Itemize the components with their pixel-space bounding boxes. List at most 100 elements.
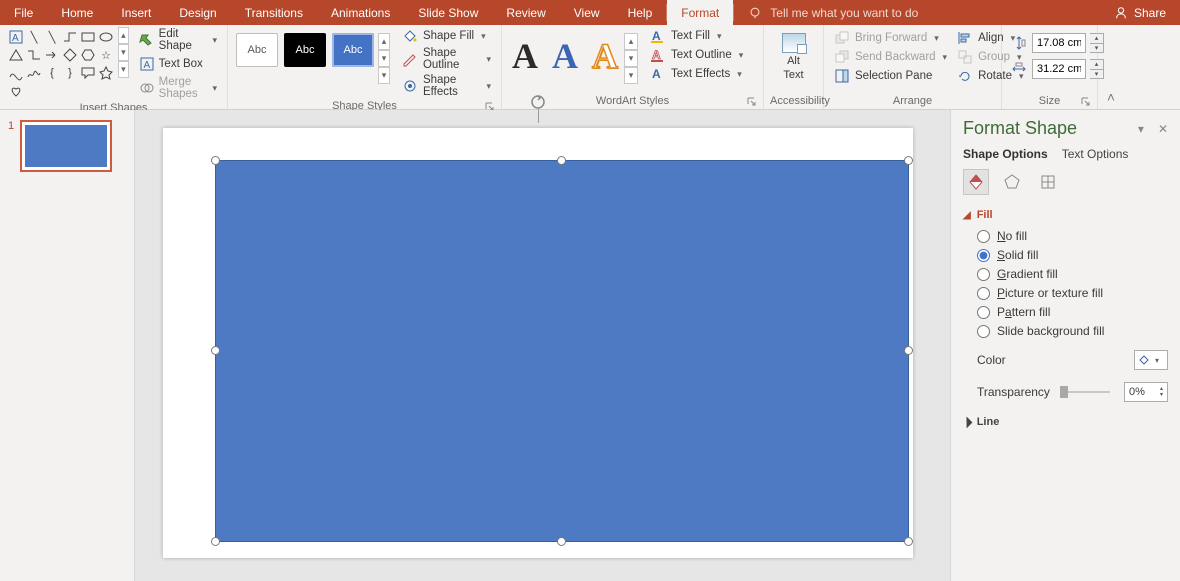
wordart-preset-2[interactable]: A bbox=[552, 35, 578, 77]
selected-rectangle-shape[interactable] bbox=[215, 160, 909, 542]
dialog-launcher-icon[interactable] bbox=[747, 97, 757, 107]
text-outline-button[interactable]: A Text Outline bbox=[646, 46, 747, 64]
shape-line-icon[interactable]: ╲ bbox=[26, 29, 42, 45]
rotate-handle[interactable] bbox=[530, 94, 546, 110]
tab-home[interactable]: Home bbox=[47, 0, 107, 25]
gallery-down-icon[interactable]: ▾ bbox=[624, 50, 638, 67]
wordart-preset-1[interactable]: A bbox=[512, 35, 538, 77]
shape-gallery[interactable]: A ╲ ╲ ☆ { } bbox=[6, 27, 116, 101]
shape-freeform-icon[interactable] bbox=[26, 65, 42, 81]
tab-insert[interactable]: Insert bbox=[107, 0, 165, 25]
share-button[interactable]: Share bbox=[1100, 0, 1180, 25]
wordart-gallery-scroll[interactable]: ▴ ▾ ▾ bbox=[624, 33, 638, 84]
tab-design[interactable]: Design bbox=[165, 0, 230, 25]
style-preset-2[interactable]: Abc bbox=[284, 33, 326, 67]
size-props-category[interactable] bbox=[1035, 169, 1061, 195]
gallery-down-icon[interactable]: ▾ bbox=[118, 44, 129, 61]
gallery-up-icon[interactable]: ▴ bbox=[378, 33, 390, 50]
style-gallery-scroll[interactable]: ▴ ▾ ▾ bbox=[378, 33, 390, 84]
style-preset-3[interactable]: Abc bbox=[332, 33, 374, 67]
shape-outline-button[interactable]: Shape Outline bbox=[398, 46, 495, 72]
shape-connector-icon[interactable] bbox=[26, 47, 42, 63]
edit-shape-button[interactable]: Edit Shape bbox=[135, 27, 221, 53]
tab-review[interactable]: Review bbox=[492, 0, 559, 25]
shape-textbox-icon[interactable]: A bbox=[8, 29, 24, 45]
slide-thumbnail[interactable]: 1 bbox=[8, 120, 126, 172]
alt-text-button[interactable]: Alt Text bbox=[773, 27, 815, 81]
no-fill-radio[interactable]: No fill bbox=[977, 229, 1168, 243]
dialog-launcher-icon[interactable] bbox=[1081, 97, 1091, 107]
tab-animations[interactable]: Animations bbox=[317, 0, 404, 25]
gallery-scroll[interactable]: ▴ ▾ ▾ bbox=[118, 27, 129, 78]
shape-options-tab[interactable]: Shape Options bbox=[963, 147, 1048, 161]
line-section-header[interactable]: ◢ Line bbox=[963, 416, 1168, 428]
width-input[interactable] bbox=[1032, 59, 1086, 79]
shape-rbrace-icon[interactable]: } bbox=[62, 65, 78, 81]
pattern-fill-radio[interactable]: Pattern fill bbox=[977, 305, 1168, 319]
resize-handle-tc[interactable] bbox=[557, 156, 566, 165]
collapse-ribbon-button[interactable]: ˄ bbox=[1098, 25, 1124, 109]
text-options-tab[interactable]: Text Options bbox=[1062, 147, 1129, 161]
resize-handle-bc[interactable] bbox=[557, 537, 566, 546]
resize-handle-mr[interactable] bbox=[904, 346, 913, 355]
shape-arrow-icon[interactable] bbox=[44, 47, 60, 63]
transparency-slider[interactable] bbox=[1060, 385, 1114, 399]
resize-handle-bl[interactable] bbox=[211, 537, 220, 546]
solid-fill-radio[interactable]: Solid fill bbox=[977, 248, 1168, 262]
text-effects-button[interactable]: A Text Effects bbox=[646, 65, 747, 83]
gallery-up-icon[interactable]: ▴ bbox=[624, 33, 638, 50]
shape-line-icon[interactable]: ╲ bbox=[44, 29, 60, 45]
picture-fill-radio[interactable]: Picture or texture fill bbox=[977, 286, 1168, 300]
shape-oval-icon[interactable] bbox=[98, 29, 114, 45]
selection-pane-button[interactable]: Selection Pane bbox=[830, 67, 951, 85]
tab-format[interactable]: Format bbox=[667, 0, 733, 25]
gallery-more-icon[interactable]: ▾ bbox=[378, 67, 390, 84]
thumbnail-preview[interactable] bbox=[20, 120, 112, 172]
shape-heart-icon[interactable] bbox=[8, 83, 24, 99]
tell-me-search[interactable]: Tell me what you want to do bbox=[734, 0, 932, 25]
shape-star-icon[interactable]: ☆ bbox=[98, 47, 114, 63]
gallery-down-icon[interactable]: ▾ bbox=[378, 50, 390, 67]
shape-hexagon-icon[interactable] bbox=[80, 47, 96, 63]
resize-handle-br[interactable] bbox=[904, 537, 913, 546]
tab-file[interactable]: File bbox=[0, 0, 47, 25]
slider-thumb[interactable] bbox=[1060, 386, 1068, 398]
tab-help[interactable]: Help bbox=[614, 0, 667, 25]
resize-handle-tr[interactable] bbox=[904, 156, 913, 165]
pane-options-button[interactable]: ▾ bbox=[1138, 122, 1144, 136]
fill-line-category[interactable] bbox=[963, 169, 989, 195]
height-input[interactable] bbox=[1032, 33, 1086, 53]
shape-style-gallery[interactable]: Abc Abc Abc bbox=[234, 27, 376, 73]
spin-down-icon[interactable]: ▾ bbox=[1160, 392, 1163, 398]
gallery-more-icon[interactable]: ▾ bbox=[118, 61, 129, 78]
resize-handle-tl[interactable] bbox=[211, 156, 220, 165]
fill-color-picker[interactable]: ▾ bbox=[1134, 350, 1168, 370]
shape-diamond-icon[interactable] bbox=[62, 47, 78, 63]
tab-view[interactable]: View bbox=[560, 0, 614, 25]
shape-star-icon[interactable] bbox=[98, 65, 114, 81]
style-preset-1[interactable]: Abc bbox=[236, 33, 278, 67]
pane-close-button[interactable]: ✕ bbox=[1158, 122, 1168, 136]
effects-category[interactable] bbox=[999, 169, 1025, 195]
resize-handle-ml[interactable] bbox=[211, 346, 220, 355]
transparency-value[interactable]: 0%▴▾ bbox=[1124, 382, 1168, 402]
shape-callout-icon[interactable] bbox=[80, 65, 96, 81]
slide-bg-fill-radio[interactable]: Slide background fill bbox=[977, 324, 1168, 338]
shape-effects-button[interactable]: Shape Effects bbox=[398, 73, 495, 99]
shape-lbrace-icon[interactable]: { bbox=[44, 65, 60, 81]
slide[interactable] bbox=[163, 128, 913, 558]
gallery-more-icon[interactable]: ▾ bbox=[624, 67, 638, 84]
shape-curve-icon[interactable] bbox=[8, 65, 24, 81]
shape-connector-icon[interactable] bbox=[62, 29, 78, 45]
tab-transitions[interactable]: Transitions bbox=[231, 0, 317, 25]
shape-rect-icon[interactable] bbox=[80, 29, 96, 45]
shape-triangle-icon[interactable] bbox=[8, 47, 24, 63]
gradient-fill-radio[interactable]: Gradient fill bbox=[977, 267, 1168, 281]
slide-canvas[interactable] bbox=[135, 110, 950, 581]
text-fill-button[interactable]: A Text Fill bbox=[646, 27, 747, 45]
text-box-button[interactable]: A Text Box bbox=[135, 55, 221, 73]
wordart-gallery[interactable]: A A A bbox=[508, 27, 622, 85]
fill-section-header[interactable]: ◢ Fill bbox=[963, 209, 1168, 221]
gallery-up-icon[interactable]: ▴ bbox=[118, 27, 129, 44]
tab-slideshow[interactable]: Slide Show bbox=[404, 0, 492, 25]
